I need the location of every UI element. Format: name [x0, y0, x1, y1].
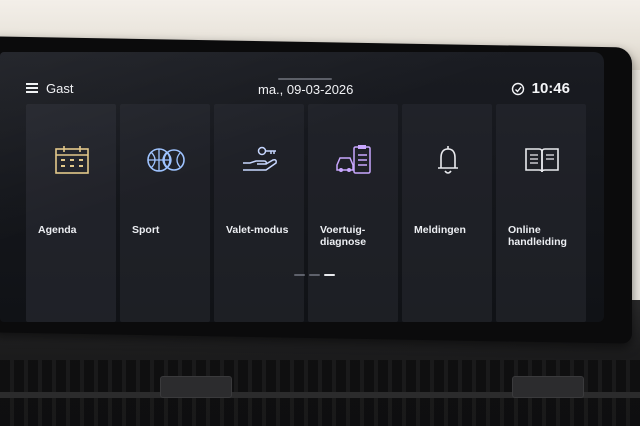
key-hand-icon — [238, 142, 282, 178]
tile-label: Meldingen — [414, 224, 466, 236]
tile-valet-modus[interactable]: Valet-modus — [214, 104, 304, 322]
bell-icon — [426, 142, 470, 178]
tile-label: Voertuig- diagnose — [320, 224, 367, 248]
tile-sport[interactable]: Sport — [120, 104, 210, 322]
clock: 10:46 — [531, 80, 570, 97]
page-indicator[interactable] — [294, 274, 335, 276]
status-area: 10:46 — [511, 80, 570, 97]
tile-meldingen[interactable]: Meldingen — [402, 104, 492, 322]
status-bar: Gast ma., 09-03-2026 10:46 — [0, 52, 604, 100]
vent-clip-left — [160, 376, 232, 398]
page-dot — [309, 274, 320, 276]
hamburger-menu-icon — [26, 83, 38, 93]
connectivity-icon — [511, 82, 524, 95]
app-tile-grid: Agenda Sport Valet-modus Voertuig- diagn… — [26, 104, 586, 322]
vent-clip-right — [512, 376, 584, 398]
tile-agenda[interactable]: Agenda — [26, 104, 116, 322]
sport-balls-icon — [144, 142, 188, 178]
tile-label: Agenda — [38, 224, 77, 236]
page-dot — [294, 274, 305, 276]
drag-handle[interactable] — [278, 78, 332, 80]
tile-label: Sport — [132, 224, 160, 236]
page-dot-active — [324, 274, 335, 276]
tile-online-handleiding[interactable]: Online handleiding — [496, 104, 586, 322]
tile-label: Valet-modus — [226, 224, 289, 236]
tile-voertuigdiagnose[interactable]: Voertuig- diagnose — [308, 104, 398, 322]
profile-menu-button[interactable]: Gast — [26, 79, 73, 97]
profile-name: Gast — [46, 80, 74, 96]
tile-label: Online handleiding — [508, 224, 567, 248]
book-icon — [520, 142, 564, 178]
infotainment-screen: Gast ma., 09-03-2026 10:46 Agenda Sport … — [0, 52, 604, 322]
car-diagnose-icon — [332, 142, 376, 178]
date-display: ma., 09-03-2026 — [258, 82, 354, 97]
calendar-icon — [50, 142, 94, 178]
